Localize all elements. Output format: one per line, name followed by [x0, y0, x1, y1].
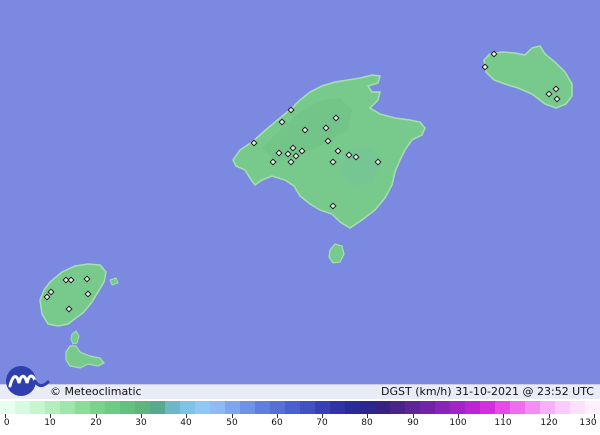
scale-swatch	[105, 401, 120, 414]
meteoclimatic-logo-icon[interactable]	[4, 364, 50, 398]
scale-swatch	[30, 401, 45, 414]
scale-swatch	[360, 401, 375, 414]
scale-swatch	[300, 401, 315, 414]
scale-swatch	[180, 401, 195, 414]
scale-swatch	[285, 401, 300, 414]
scale-swatch	[495, 401, 510, 414]
scale-swatch	[345, 401, 360, 414]
scale-swatch	[540, 401, 555, 414]
scale-swatch	[270, 401, 285, 414]
scale-swatch	[555, 401, 570, 414]
scale-swatch	[45, 401, 60, 414]
scale-swatch	[150, 401, 165, 414]
scale-swatch	[60, 401, 75, 414]
scale-swatch	[240, 401, 255, 414]
scale-swatch	[210, 401, 225, 414]
scale-swatch	[420, 401, 435, 414]
map-canvas	[0, 0, 600, 384]
scale-tick-label: 0	[3, 418, 10, 428]
scale-tick-label: 80	[361, 418, 373, 428]
scale-tick-label: 30	[135, 418, 147, 428]
scale-tick-label: 70	[316, 418, 328, 428]
scale-swatch	[225, 401, 240, 414]
scale-swatch	[525, 401, 540, 414]
scale-swatch	[435, 401, 450, 414]
info-bar: © Meteoclimatic DGST (km/h) 31-10-2021 @…	[0, 384, 600, 399]
scale-swatch	[255, 401, 270, 414]
scale-tick-label: 40	[180, 418, 192, 428]
scale-tick-label: 90	[407, 418, 419, 428]
scale-tick-label: 100	[449, 418, 467, 428]
color-scale-legend: 0 10 20 30 40 50 60 70 80 90 100 110 120 130	[0, 399, 600, 435]
scale-swatch	[120, 401, 135, 414]
scale-swatch	[465, 401, 480, 414]
scale-swatch	[165, 401, 180, 414]
scale-swatch	[570, 401, 585, 414]
scale-swatch	[390, 401, 405, 414]
scale-tick-label: 120	[540, 418, 558, 428]
brand-label: © Meteoclimatic	[50, 385, 142, 398]
scale-swatch	[480, 401, 495, 414]
scale-tick-label: 10	[44, 418, 56, 428]
map-frame: © Meteoclimatic DGST (km/h) 31-10-2021 @…	[0, 0, 600, 435]
scale-swatch	[0, 401, 15, 414]
scale-swatch	[75, 401, 90, 414]
scale-swatch	[510, 401, 525, 414]
scale-swatch	[315, 401, 330, 414]
color-scale-bar	[0, 401, 600, 414]
scale-tick-label: 130	[579, 418, 597, 428]
scale-swatch	[90, 401, 105, 414]
scale-swatch	[405, 401, 420, 414]
scale-tick-label: 50	[226, 418, 238, 428]
scale-tick-label: 60	[271, 418, 283, 428]
scale-tick-label: 110	[494, 418, 512, 428]
scale-tick-label: 20	[90, 418, 102, 428]
scale-swatch	[450, 401, 465, 414]
scale-ticks: 0 10 20 30 40 50 60 70 80 90 100 110 120 130	[0, 414, 600, 435]
scale-swatch	[15, 401, 30, 414]
scale-swatch	[330, 401, 345, 414]
scale-swatch	[375, 401, 390, 414]
status-label: DGST (km/h) 31-10-2021 @ 23:52 UTC	[381, 385, 594, 398]
scale-swatch	[195, 401, 210, 414]
scale-swatch	[585, 401, 600, 414]
scale-swatch	[135, 401, 150, 414]
